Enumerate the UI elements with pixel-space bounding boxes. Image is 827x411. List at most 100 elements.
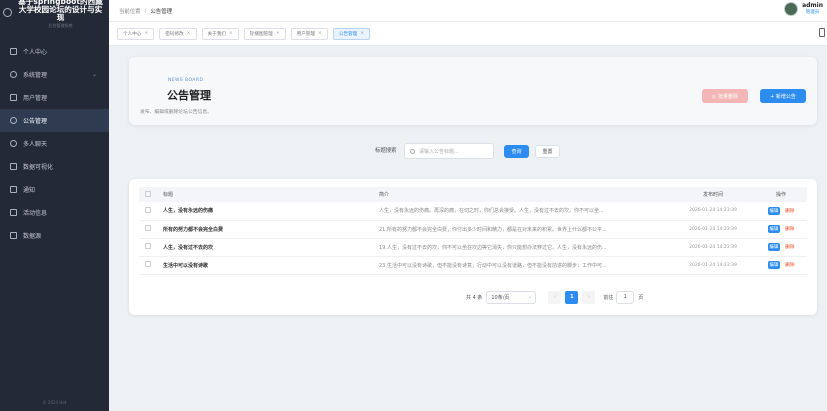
table-row: 生活中可以没有诗歌 23.生活中可以没有诗歌，但不能没有诗意；行动中可以没有道路… — [139, 256, 807, 275]
breadcrumb-home[interactable]: 当前位置 — [119, 7, 141, 15]
row-checkbox[interactable] — [145, 243, 151, 249]
goto-page-input[interactable]: 1 — [616, 290, 635, 304]
reset-button[interactable]: 重置 — [535, 145, 560, 158]
row-checkbox[interactable] — [145, 206, 151, 213]
sidebar-item-chat[interactable]: 多人聊天 — [0, 132, 109, 155]
user-icon — [10, 48, 17, 55]
add-notice-button[interactable]: + 新增公告 — [760, 89, 806, 103]
delete-button[interactable]: 删除 — [785, 227, 794, 232]
page-eyebrow: NEWS BOARD — [168, 78, 204, 83]
next-page-button[interactable]: › — [582, 290, 596, 304]
user-name: admin — [802, 2, 823, 9]
sidebar-menu: 个人中心 系统管理 ⌄ 用户管理 公告管理 多人聊天 数据可视化 通知 活动信息 … — [0, 40, 109, 247]
sidebar-item-activities[interactable]: 活动信息 — [0, 201, 109, 224]
sidebar-item-system[interactable]: 系统管理 ⌄ — [0, 63, 109, 86]
tab-label: 关于我们 — [207, 31, 226, 37]
calendar-icon — [10, 209, 17, 216]
tab-notices[interactable]: 公告管理 × — [332, 27, 371, 40]
sidebar-item-label: 活动信息 — [23, 210, 48, 217]
users-icon — [10, 94, 17, 101]
row-title: 人生，没有过不去的坎 — [163, 238, 379, 257]
close-icon[interactable]: × — [360, 31, 364, 36]
sidebar-item-label: 系统管理 — [23, 72, 48, 79]
breadcrumb-separator: / — [144, 7, 147, 14]
chart-icon — [10, 163, 17, 170]
batch-delete-button[interactable]: ◎ 批量删除 — [702, 89, 748, 103]
row-intro: 人生，没有永远的伤痛。再深的痛，在切之时，你们总会接受。人生，没有过不去的坎。你… — [379, 202, 671, 221]
page-description: 发布、编辑或删除论坛公告信息。 — [140, 110, 212, 115]
close-icon[interactable]: × — [318, 31, 322, 36]
page-hero: NEWS BOARD 公告管理 发布、编辑或删除论坛公告信息。 ◎ 批量删除 +… — [129, 57, 817, 125]
close-icon[interactable]: × — [229, 31, 233, 36]
column-intro: 简介 — [379, 187, 671, 202]
edit-button[interactable]: 编辑 — [767, 206, 781, 215]
brand: 基于springboot的西藏大学校园论坛的设计与实现 后台管理系统 — [0, 0, 109, 40]
row-title: 人生，没有永远的伤痛 — [163, 202, 379, 221]
edit-button[interactable]: 编辑 — [767, 225, 781, 233]
delete-button[interactable]: 删除 — [785, 245, 794, 250]
user-role: 管理员 — [805, 10, 820, 15]
row-intro: 23.生活中可以没有诗歌，但不能没有诗意；行动中可以没有道路，但不能没有前进的脚… — [379, 256, 671, 275]
table-row: 所有的努力都不会完全白费 21.所有的努力都不会完全白费，你付出多少时间和精力，… — [139, 220, 807, 239]
edit-button[interactable]: 编辑 — [767, 261, 781, 269]
chevron-down-icon: ⌄ — [528, 294, 533, 300]
database-icon — [10, 232, 17, 239]
row-time: 2026-01-24 14:23:39 — [671, 220, 755, 239]
sidebar-item-visualization[interactable]: 数据可视化 — [0, 155, 109, 178]
bell-icon — [10, 186, 17, 193]
tab-password[interactable]: 密码修改 × — [159, 27, 197, 40]
column-ops: 操作 — [755, 187, 807, 202]
tab-label: 公告管理 — [338, 31, 358, 37]
user-menu[interactable]: admin 管理员 — [784, 2, 823, 16]
row-intro: 19.人生，没有过不去的坎，你不可以坐在坎边等它消失，你只能想办法穿过它。人生，… — [379, 238, 671, 257]
chevron-down-icon: ⌄ — [91, 71, 97, 78]
page-title: 公告管理 — [167, 89, 211, 102]
sidebar-item-label: 公告管理 — [23, 118, 48, 125]
sidebar-item-label: 用户管理 — [23, 95, 48, 102]
page-size-select[interactable]: 10条/页 ⌄ — [486, 290, 537, 304]
tab-profile[interactable]: 个人中心 × — [117, 27, 155, 40]
close-icon[interactable]: × — [187, 31, 191, 36]
sidebar-item-notices[interactable]: 公告管理 — [0, 109, 109, 132]
close-icon[interactable]: × — [276, 31, 280, 36]
screen-icon[interactable] — [819, 28, 825, 37]
tab-users[interactable]: 用户管理 × — [290, 27, 328, 40]
notice-icon — [10, 117, 17, 124]
query-button[interactable]: 查询 — [504, 145, 529, 158]
select-all-checkbox[interactable] — [145, 190, 151, 197]
edit-button[interactable]: 编辑 — [767, 243, 781, 251]
pagination: 共 4 条 10条/页 ⌄ ‹ 1 › 前往 1 页 — [466, 290, 643, 304]
goto-label: 前往 — [603, 294, 614, 301]
page-unit: 页 — [638, 294, 644, 301]
column-title: 标题 — [163, 187, 379, 202]
sidebar-item-profile[interactable]: 个人中心 — [0, 40, 109, 63]
tab-carousel[interactable]: 轮播图管理 × — [243, 27, 286, 40]
search-bar: 标题搜索 请输入公告标题... 查询 重置 — [129, 133, 817, 173]
avatar[interactable] — [784, 2, 799, 16]
sidebar-item-label: 多人聊天 — [23, 141, 48, 148]
sidebar-item-datasource[interactable]: 数据源 — [0, 224, 109, 247]
tab-label: 轮播图管理 — [249, 31, 273, 37]
row-time: 2026-01-24 14:23:39 — [671, 202, 755, 221]
row-checkbox[interactable] — [145, 225, 151, 231]
delete-button[interactable]: 删除 — [785, 209, 794, 214]
page-number-1[interactable]: 1 — [565, 290, 579, 304]
table-row: 人生，没有永远的伤痛 人生，没有永远的伤痛。再深的痛，在切之时，你们总会接受。人… — [139, 202, 807, 221]
sidebar-item-notify[interactable]: 通知 — [0, 178, 109, 201]
page-size-value: 10条/页 — [491, 294, 510, 301]
copyright: © 2024 Hot — [42, 400, 67, 405]
sidebar-item-users[interactable]: 用户管理 — [0, 86, 109, 109]
search-placeholder: 请输入公告标题... — [419, 148, 459, 155]
logo-icon — [3, 8, 12, 17]
search-input[interactable]: 请输入公告标题... — [404, 143, 494, 159]
close-icon[interactable]: × — [144, 31, 148, 36]
delete-button[interactable]: 删除 — [785, 263, 794, 268]
prev-page-button[interactable]: ‹ — [548, 290, 562, 304]
tab-label: 密码修改 — [165, 31, 184, 37]
tab-about[interactable]: 关于我们 × — [201, 27, 239, 40]
row-checkbox[interactable] — [145, 261, 151, 267]
brand-title: 基于springboot的西藏大学校园论坛的设计与实现 — [18, 0, 103, 22]
search-label: 标题搜索 — [375, 148, 397, 154]
notice-table: 标题 简介 发布时间 操作 人生，没有永远的伤痛 人生，没有永远的伤痛。再深的痛… — [139, 187, 807, 275]
brand-subtitle: 后台管理系统 — [48, 23, 73, 28]
